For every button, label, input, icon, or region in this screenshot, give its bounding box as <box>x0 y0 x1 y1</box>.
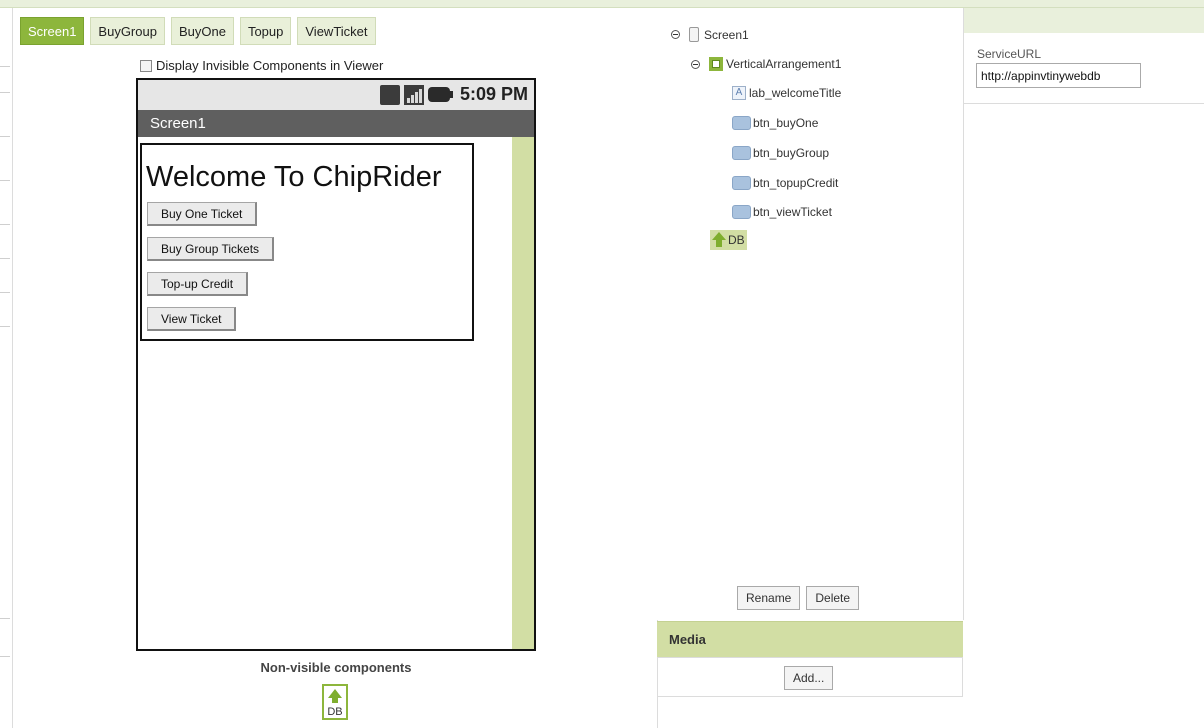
tree-actions: Rename Delete <box>737 586 860 610</box>
phone-scroll-strip <box>512 137 534 649</box>
tree-node-db[interactable]: DB <box>710 230 747 250</box>
top-banner-strip <box>0 0 1204 8</box>
components-tree-panel: Screen1 VerticalArrangement1 A lab_welco… <box>657 8 964 620</box>
edge-tick <box>0 326 10 327</box>
add-media-button[interactable]: Add... <box>784 666 834 690</box>
vertical-arrangement-icon <box>709 57 723 71</box>
tree-node-btn-buyone[interactable]: btn_buyOne <box>732 116 818 130</box>
edge-tick <box>0 224 10 225</box>
serviceurl-input[interactable] <box>976 63 1141 88</box>
screen-icon <box>689 27 699 42</box>
db-arrow-icon <box>328 689 342 698</box>
view-ticket-button[interactable]: View Ticket <box>147 307 237 331</box>
edge-tick <box>0 656 10 657</box>
button-icon <box>732 146 751 160</box>
edge-tick <box>0 136 10 137</box>
welcome-title[interactable]: Welcome To ChipRider <box>146 161 442 194</box>
nonvisible-db-component[interactable]: DB <box>322 684 348 720</box>
serviceurl-label: ServiceURL <box>977 47 1042 61</box>
rename-button[interactable]: Rename <box>737 586 801 610</box>
tab-screen1[interactable]: Screen1 <box>20 17 85 45</box>
phone-title-bar: Screen1 <box>138 110 534 137</box>
screen-tabs: Screen1 BuyGroup BuyOne Topup ViewTicket <box>20 17 376 45</box>
battery-icon <box>427 87 453 102</box>
properties-header <box>964 8 1204 34</box>
tab-buyone[interactable]: BuyOne <box>170 17 234 45</box>
signal-strength-icon <box>403 84 424 105</box>
media-header: Media <box>657 621 963 657</box>
display-invisible-label: Display Invisible Components in Viewer <box>156 58 384 73</box>
properties-panel: ServiceURL <box>964 33 1204 104</box>
tab-topup[interactable]: Topup <box>239 17 292 45</box>
display-invisible-toggle[interactable]: Display Invisible Components in Viewer <box>140 58 383 73</box>
button-icon <box>732 205 751 219</box>
media-panel: Add... <box>657 657 963 697</box>
db-icon <box>712 232 726 248</box>
vertical-arrangement[interactable]: Welcome To ChipRider Buy One Ticket Buy … <box>140 143 474 341</box>
delete-button[interactable]: Delete <box>806 586 860 610</box>
tree-node-btn-viewticket[interactable]: btn_viewTicket <box>732 205 832 219</box>
nonvisible-components-label: Non-visible components <box>260 660 412 675</box>
edge-tick <box>0 292 10 293</box>
phone-preview: 5:09 PM Screen1 Welcome To ChipRider Buy… <box>136 78 536 651</box>
edge-tick <box>0 66 10 67</box>
button-icon <box>732 176 751 190</box>
nonvisible-db-label: DB <box>327 706 343 718</box>
topup-credit-button[interactable]: Top-up Credit <box>147 272 249 296</box>
tree-node-btn-topupcredit[interactable]: btn_topupCredit <box>732 176 838 190</box>
data-connection-icon <box>379 84 400 105</box>
tree-node-btn-buygroup[interactable]: btn_buyGroup <box>732 146 829 160</box>
buy-one-ticket-button[interactable]: Buy One Ticket <box>147 202 258 226</box>
tree-node-lab-welcometitle[interactable]: A lab_welcomeTitle <box>732 86 841 100</box>
edge-tick <box>0 180 10 181</box>
tab-buygroup[interactable]: BuyGroup <box>90 17 165 45</box>
edge-tick <box>0 92 10 93</box>
display-invisible-checkbox[interactable] <box>140 59 152 72</box>
tab-viewticket[interactable]: ViewTicket <box>297 17 376 45</box>
label-icon: A <box>732 86 746 100</box>
edge-tick <box>0 618 10 619</box>
edge-tick <box>0 258 10 259</box>
button-icon <box>732 116 751 130</box>
collapse-toggle-icon[interactable] <box>671 30 680 39</box>
phone-status-bar: 5:09 PM <box>138 80 534 110</box>
tree-node-screen1[interactable]: Screen1 <box>671 27 749 42</box>
status-time: 5:09 PM <box>459 84 528 104</box>
buy-group-tickets-button[interactable]: Buy Group Tickets <box>147 237 275 261</box>
tree-node-verticalarrangement1[interactable]: VerticalArrangement1 <box>691 57 841 71</box>
collapse-toggle-icon[interactable] <box>691 59 700 69</box>
